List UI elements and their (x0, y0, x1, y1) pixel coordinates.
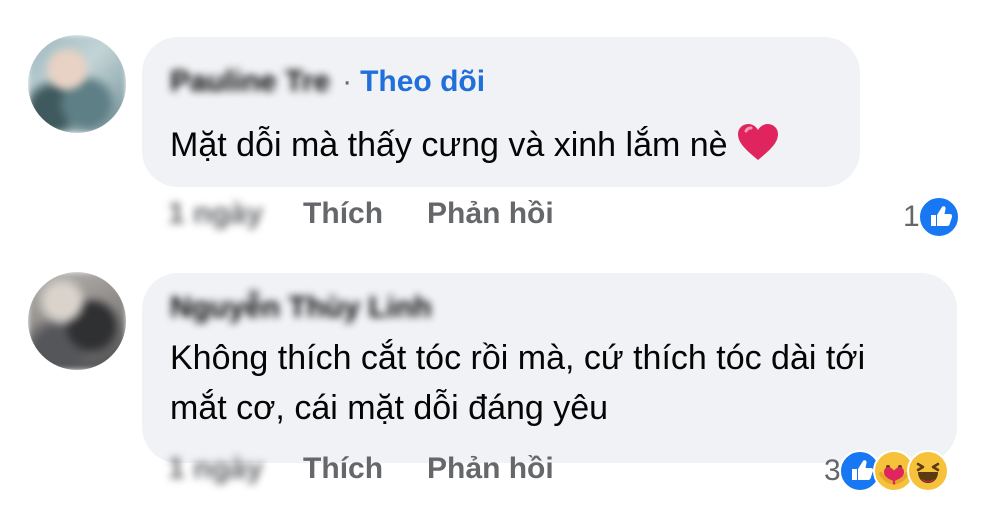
comment-thread: Pauline Tre · Theo dõi Mặt dỗi mà thấy c… (0, 0, 1000, 514)
comment-time[interactable]: 1 ngày (168, 197, 263, 231)
comment-item: Nguyễn Thùy Linh Không thích cắt tóc rồi… (0, 250, 1000, 514)
like-button[interactable]: Thích (303, 452, 383, 486)
comment-actions: 1 ngày Thích Phản hồi (168, 452, 598, 486)
avatar[interactable] (28, 35, 126, 133)
follow-link[interactable]: Theo dõi (360, 65, 485, 99)
author-name[interactable]: Pauline Tre (170, 65, 330, 99)
author-row: Nguyễn Thùy Linh (170, 291, 432, 325)
red-heart-icon (736, 122, 780, 162)
comment-text-content: Mặt dỗi mà thấy cưng và xinh lắm nè (170, 126, 728, 164)
like-button[interactable]: Thích (303, 197, 383, 231)
reaction-summary[interactable]: 1 (903, 196, 960, 238)
comment-bubble: Pauline Tre · Theo dõi Mặt dỗi mà thấy c… (142, 37, 860, 187)
reaction-summary[interactable]: 3 (824, 450, 949, 492)
separator-dot: · (342, 65, 353, 98)
haha-icon (906, 450, 949, 492)
reply-button[interactable]: Phản hồi (427, 452, 554, 486)
comment-actions: 1 ngày Thích Phản hồi (168, 197, 598, 231)
comment-text: Không thích cắt tóc rồi mà, cứ thích tóc… (170, 333, 865, 433)
comment-text: Mặt dỗi mà thấy cưng và xinh lắm nè (170, 120, 780, 170)
comment-bubble: Nguyễn Thùy Linh Không thích cắt tóc rồi… (142, 273, 957, 463)
avatar[interactable] (28, 272, 126, 370)
comment-text-line: Không thích cắt tóc rồi mà, cứ thích tóc… (170, 339, 866, 377)
comment-item: Pauline Tre · Theo dõi Mặt dỗi mà thấy c… (0, 0, 1000, 250)
comment-text-line: mắt cơ, cái mặt dỗi đáng yêu (170, 389, 609, 427)
like-icon (917, 196, 960, 238)
author-row: Pauline Tre · Theo dõi (170, 65, 485, 99)
reply-button[interactable]: Phản hồi (427, 197, 554, 231)
author-name[interactable]: Nguyễn Thùy Linh (170, 291, 432, 325)
comment-time[interactable]: 1 ngày (168, 452, 263, 486)
